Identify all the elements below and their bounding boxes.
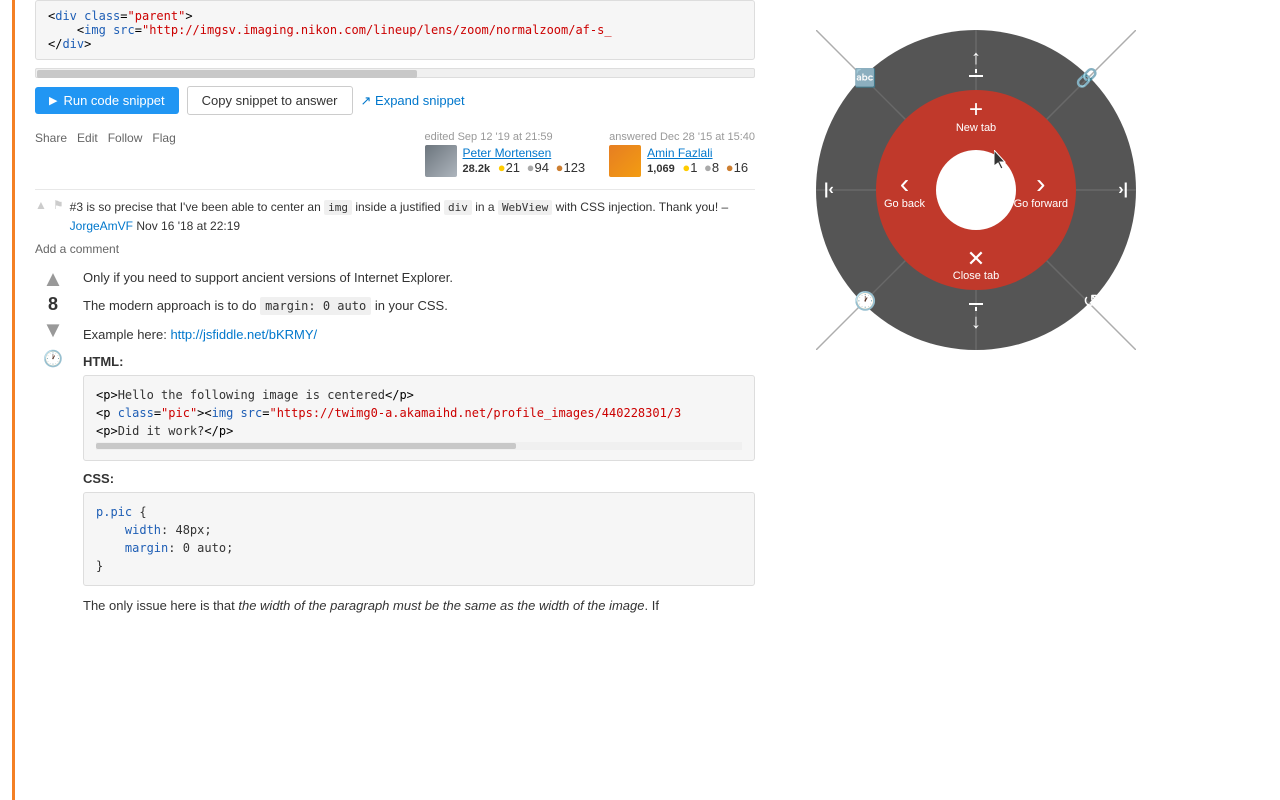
comment-item: ▲ ⚑ #3 is so precise that I've been able… <box>35 198 755 235</box>
radial-menu[interactable]: ↑ ↓ |‹ ›| 🔤 🔗 🕐 <box>816 30 1136 350</box>
edit-link[interactable]: Edit <box>77 131 98 145</box>
radial-bottom-label[interactable]: ↓ <box>969 302 983 332</box>
post-action-links: Share Edit Follow Flag <box>35 131 176 145</box>
commenter-name-link[interactable]: JorgeAmVF <box>70 219 133 233</box>
vote-count: 8 <box>48 294 58 315</box>
go-back-icon: ‹ <box>900 170 909 198</box>
copy-snippet-to-answer-button[interactable]: Copy snippet to answer <box>187 86 353 115</box>
radial-inner-ring: + New tab ‹ Go back › Go forward ✕ Close… <box>876 90 1076 290</box>
top-code-scrollbar[interactable] <box>35 68 755 78</box>
answer-text-2: The modern approach is to do margin: 0 a… <box>83 296 755 317</box>
close-tab-icon: ✕ <box>967 248 985 270</box>
go-back-text: Go back <box>884 198 925 210</box>
comment-vote-button[interactable]: ▲ <box>35 198 47 235</box>
radial-center-circle <box>936 150 1016 230</box>
follow-link[interactable]: Follow <box>108 131 143 145</box>
user-cards: edited Sep 12 '19 at 21:59 Peter Mortens… <box>425 131 755 177</box>
answerer-rep: 1,069 <box>647 163 675 175</box>
editor-rep: 28.2k <box>463 163 491 175</box>
editor-bronze: 123 <box>563 160 585 175</box>
margin-code: margin: 0 auto <box>260 297 371 315</box>
radial-translate-label[interactable]: 🔤 <box>854 68 876 89</box>
radial-reload-label[interactable]: ↺ <box>1083 291 1098 312</box>
answerer-card: answered Dec 28 '15 at 15:40 Amin Fazlal… <box>609 131 755 177</box>
answer-text-3: Example here: http://jsfiddle.net/bKRMY/ <box>83 325 755 346</box>
scroll-top-icon: ↑ <box>971 48 981 68</box>
radial-link-label[interactable]: 🔗 <box>1076 68 1098 89</box>
new-tab-icon: + <box>969 98 983 122</box>
answerer-name-link[interactable]: Amin Fazlali <box>647 146 712 160</box>
css-code-block: p.pic { width: 48px; margin: 0 auto; } <box>83 492 755 586</box>
go-forward-icon: › <box>1036 170 1045 198</box>
answerer-gold: 1 <box>690 160 697 175</box>
radial-outer-ring: ↑ ↓ |‹ ›| 🔤 🔗 🕐 <box>816 30 1136 350</box>
close-tab-text: Close tab <box>953 270 999 282</box>
css-section-label: CSS: <box>83 471 755 486</box>
flag-link[interactable]: Flag <box>152 131 175 145</box>
radial-go-forward-label[interactable]: › Go forward <box>1014 170 1068 210</box>
answerer-action-label: answered Dec 28 '15 at 15:40 <box>609 131 755 143</box>
editor-gold: 21 <box>506 160 520 175</box>
radial-close-tab-label[interactable]: ✕ Close tab <box>953 248 999 282</box>
answer-body: Only if you need to support ancient vers… <box>83 268 755 625</box>
add-comment-link[interactable]: Add a comment <box>35 242 119 256</box>
vote-column: ▲ 8 ▼ 🕐 <box>35 268 71 625</box>
html-code-block: <p>Hello the following image is centered… <box>83 375 755 461</box>
scroll-bottom-icon: ↓ <box>971 312 981 332</box>
answer-text-1: Only if you need to support ancient vers… <box>83 268 755 289</box>
html-section-label: HTML: <box>83 354 755 369</box>
cursor-pointer <box>994 150 1010 170</box>
answer-bottom-text: The only issue here is that the width of… <box>83 596 755 617</box>
post-meta-row: Share Edit Follow Flag edited Sep 12 '19… <box>35 131 755 177</box>
radial-top-label[interactable]: ↑ <box>969 48 983 78</box>
left-sidebar <box>0 0 15 800</box>
radial-far-left-label[interactable]: |‹ <box>824 181 834 199</box>
snippet-buttons-row: Run code snippet Copy snippet to answer … <box>35 86 755 115</box>
comment-text: #3 is so precise that I've been able to … <box>70 198 755 235</box>
editor-avatar <box>425 145 457 177</box>
go-forward-text: Go forward <box>1014 198 1068 210</box>
jsfiddle-link[interactable]: http://jsfiddle.net/bKRMY/ <box>170 327 317 342</box>
radial-far-right-label[interactable]: ›| <box>1118 181 1128 199</box>
answerer-avatar <box>609 145 641 177</box>
expand-snippet-link[interactable]: Expand snippet <box>361 93 465 109</box>
editor-name-link[interactable]: Peter Mortensen <box>463 146 552 160</box>
main-content: <div class="parent"> <img src="http://im… <box>15 0 775 800</box>
editor-silver: 94 <box>535 160 549 175</box>
revision-history-icon[interactable]: 🕐 <box>43 349 63 369</box>
answerer-silver: 8 <box>712 160 719 175</box>
comment-section: ▲ ⚑ #3 is so precise that I've been able… <box>35 189 755 256</box>
new-tab-text: New tab <box>956 122 996 134</box>
answer-section: ▲ 8 ▼ 🕐 Only if you need to support anci… <box>35 268 755 625</box>
editor-action-label: edited Sep 12 '19 at 21:59 <box>425 131 553 143</box>
editor-card: edited Sep 12 '19 at 21:59 Peter Mortens… <box>425 131 586 177</box>
vote-up-button[interactable]: ▲ <box>42 268 64 290</box>
radial-history-label[interactable]: 🕐 <box>854 291 876 312</box>
top-code-block: <div class="parent"> <img src="http://im… <box>35 0 755 60</box>
answerer-bronze: 16 <box>734 160 748 175</box>
share-link[interactable]: Share <box>35 131 67 145</box>
comment-flag: ⚑ <box>53 198 64 235</box>
radial-new-tab-label[interactable]: + New tab <box>956 98 996 134</box>
italic-important: the width of the paragraph must be the s… <box>238 598 644 613</box>
radial-dividers-svg <box>816 30 1136 350</box>
vote-down-button[interactable]: ▼ <box>42 319 64 341</box>
radial-menu-overlay: ↑ ↓ |‹ ›| 🔤 🔗 🕐 <box>760 0 1280 800</box>
radial-go-back-label[interactable]: ‹ Go back <box>884 170 925 210</box>
run-code-snippet-button[interactable]: Run code snippet <box>35 87 179 114</box>
